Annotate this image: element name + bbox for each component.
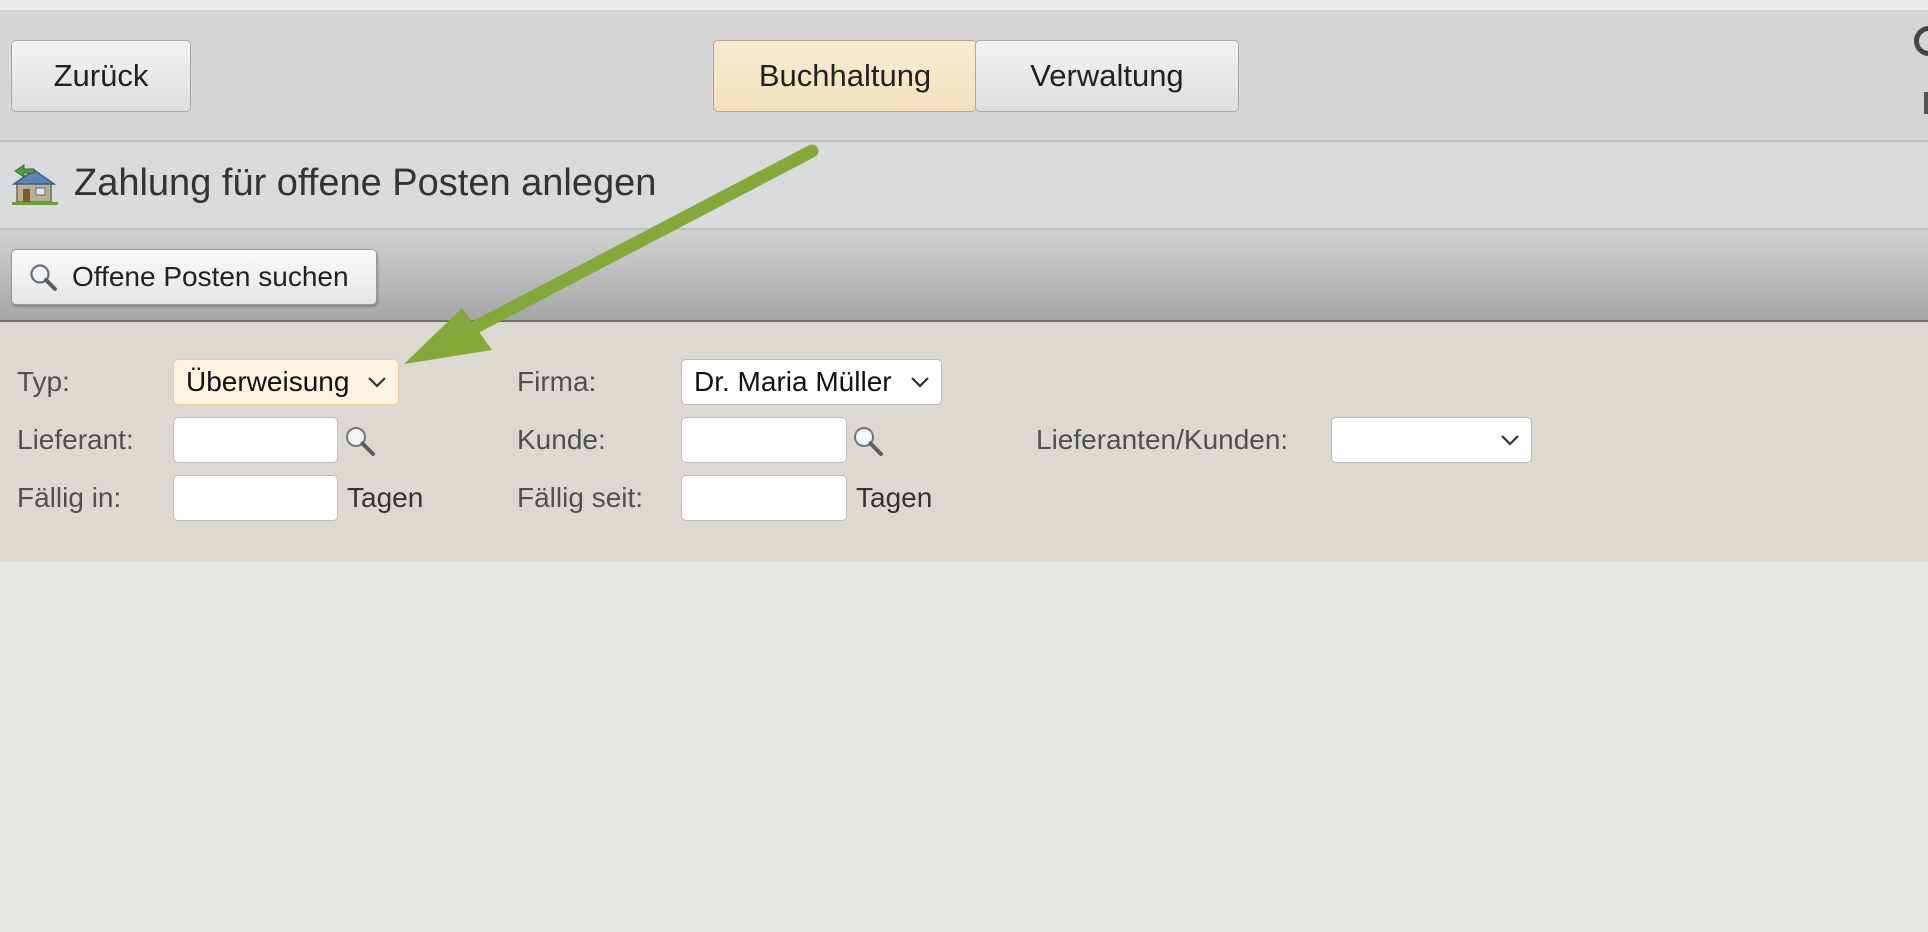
faellig-seit-input[interactable] bbox=[681, 475, 847, 521]
page-title: Zahlung für offene Posten anlegen bbox=[74, 162, 657, 204]
typ-select-value: Überweisung bbox=[186, 366, 350, 397]
lieferanten-kunden-select[interactable] bbox=[1331, 417, 1532, 463]
firma-select-value: Dr. Maria Müller bbox=[694, 366, 892, 397]
firma-select[interactable]: Dr. Maria Müller bbox=[681, 359, 942, 405]
chevron-down-icon bbox=[911, 377, 929, 388]
typ-label: Typ: bbox=[17, 366, 70, 397]
faellig-seit-label: Fällig seit: bbox=[517, 482, 644, 513]
page: Zurück Buchhaltung Verwaltung Zahlung fü… bbox=[0, 0, 1928, 932]
chevron-down-icon bbox=[368, 377, 386, 388]
settings-icon[interactable] bbox=[1914, 26, 1928, 56]
top-navigation-bar: Zurück Buchhaltung Verwaltung bbox=[0, 12, 1928, 142]
faellig-seit-unit: Tagen bbox=[856, 482, 933, 513]
kunde-label: Kunde: bbox=[517, 424, 606, 455]
title-bar: Zahlung für offene Posten anlegen bbox=[0, 142, 1928, 230]
kunde-input[interactable] bbox=[681, 417, 847, 463]
tab-buchhaltung[interactable]: Buchhaltung bbox=[713, 40, 977, 112]
firma-label: Firma: bbox=[517, 366, 597, 397]
lieferant-label: Lieferant: bbox=[17, 424, 134, 455]
lieferant-search-icon[interactable] bbox=[343, 424, 377, 458]
faellig-in-unit: Tagen bbox=[347, 482, 424, 513]
search-open-items-button[interactable]: Offene Posten suchen bbox=[11, 249, 377, 305]
search-open-items-label: Offene Posten suchen bbox=[72, 261, 349, 292]
back-button[interactable]: Zurück bbox=[11, 40, 191, 112]
magnifier-icon bbox=[30, 264, 57, 291]
filter-panel: Typ: Überweisung Firma: Dr. Maria Müller… bbox=[0, 322, 1928, 562]
lieferant-input[interactable] bbox=[173, 417, 338, 463]
payment-house-icon bbox=[12, 164, 58, 205]
kunde-search-icon[interactable] bbox=[851, 424, 885, 458]
faellig-in-input[interactable] bbox=[173, 475, 338, 521]
action-toolbar: Offene Posten suchen bbox=[0, 230, 1928, 322]
scrollbar-handle[interactable] bbox=[1924, 92, 1928, 114]
tab-verwaltung[interactable]: Verwaltung bbox=[975, 40, 1239, 112]
chevron-down-icon bbox=[1501, 435, 1519, 446]
lieferanten-kunden-label: Lieferanten/Kunden: bbox=[1036, 424, 1289, 455]
top-strip bbox=[0, 0, 1928, 12]
typ-select[interactable]: Überweisung bbox=[173, 359, 399, 405]
faellig-in-label: Fällig in: bbox=[17, 482, 122, 513]
